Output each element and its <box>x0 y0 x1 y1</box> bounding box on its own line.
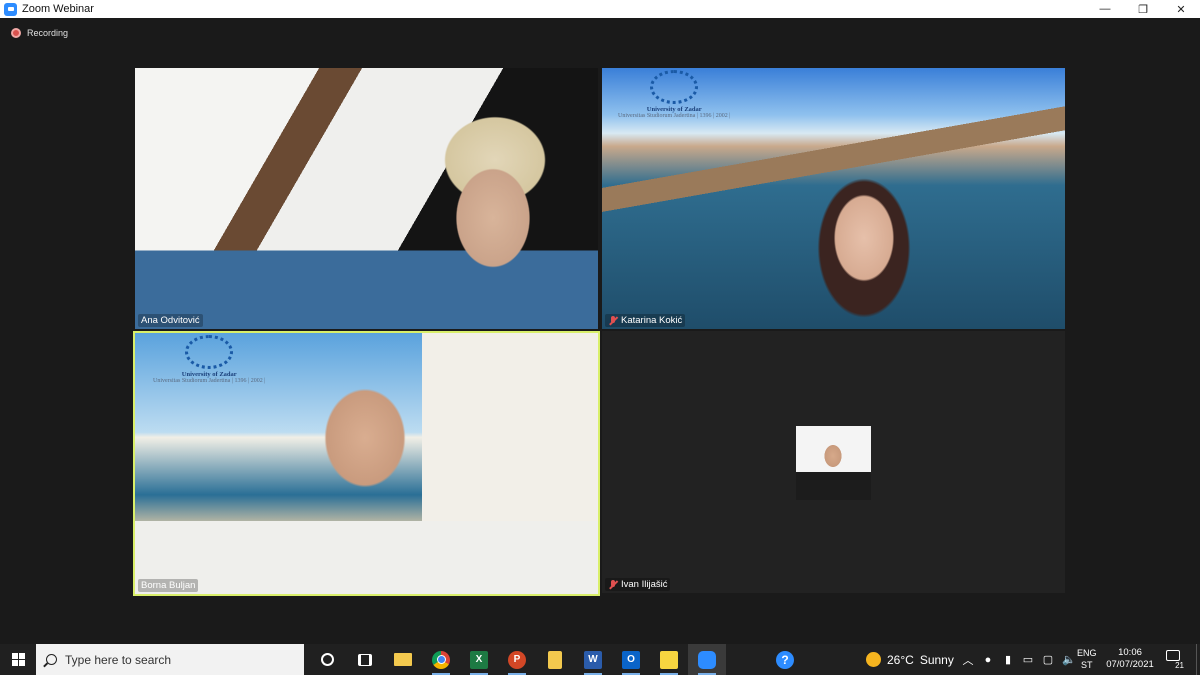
restore-button[interactable]: ❐ <box>1124 0 1162 18</box>
university-logo: University of Zadar Universitas Studioru… <box>153 335 265 384</box>
notification-icon <box>1166 650 1180 661</box>
close-button[interactable]: ✕ <box>1162 0 1200 18</box>
taskbar-app-word[interactable]: W <box>574 644 612 675</box>
participant-name: Ana Odvitović <box>141 315 200 326</box>
participant-name-tag: Borna Buljan <box>138 579 199 592</box>
participant-video-tile-active-speaker[interactable]: University of Zadar Universitas Studioru… <box>133 331 600 596</box>
taskbar-app-excel[interactable]: X <box>460 644 498 675</box>
cortana-button[interactable] <box>308 644 346 675</box>
recording-indicator[interactable]: Recording <box>11 28 68 38</box>
notifications-button[interactable]: 21 <box>1166 650 1184 670</box>
search-input[interactable] <box>65 652 265 667</box>
display-icon[interactable]: ▢ <box>1042 653 1054 666</box>
volume-icon[interactable]: 🔈 <box>1062 653 1076 666</box>
excel-icon: X <box>470 650 488 669</box>
powerpoint-icon: P <box>508 650 526 669</box>
university-sun-emblem <box>650 70 699 104</box>
taskbar-clock[interactable]: 10:06 07/07/2021 <box>1104 647 1156 671</box>
university-motto: Universitas Studiorum Jadertina | 1396 |… <box>618 113 731 119</box>
search-icon <box>46 654 57 665</box>
university-name: University of Zadar <box>646 106 702 113</box>
word-icon: W <box>584 650 602 669</box>
system-tray: ︿ ● ▮ ▭ ▢ 🔈 <box>962 644 1076 675</box>
folder-icon <box>394 653 412 666</box>
participant-name: Ivan Ilijašić <box>621 579 668 590</box>
participant-video-tile[interactable]: Ivan Ilijašić <box>602 331 1065 593</box>
microphone-icon[interactable]: ▮ <box>1002 653 1014 666</box>
taskbar-app-file[interactable] <box>536 644 574 675</box>
sunny-weather-icon <box>866 652 881 667</box>
taskbar-search-box[interactable] <box>36 644 304 675</box>
university-name: University of Zadar <box>181 371 237 378</box>
participant-profile-picture <box>796 426 871 500</box>
taskbar-app-file-explorer[interactable] <box>384 644 422 675</box>
zoom-app-icon <box>4 2 17 16</box>
weather-temperature: 26°C <box>887 652 914 667</box>
chrome-icon <box>432 650 450 669</box>
zoom-icon <box>698 650 716 669</box>
show-desktop-button[interactable] <box>1196 644 1200 675</box>
participant-name-tag: Ana Odvitović <box>138 314 203 327</box>
battery-icon[interactable]: ▭ <box>1022 653 1034 666</box>
participant-name-tag: Ivan Ilijašić <box>605 578 671 591</box>
window-controls: — ❐ ✕ <box>1086 0 1200 18</box>
outlook-icon: O <box>622 650 640 669</box>
language-code: ENG <box>1077 648 1097 658</box>
weather-widget[interactable]: 26°C Sunny <box>866 644 954 675</box>
start-button[interactable] <box>0 644 36 675</box>
taskbar-app-zoom[interactable] <box>688 644 726 675</box>
recording-label: Recording <box>27 28 69 38</box>
file-icon <box>548 650 562 669</box>
cortana-icon <box>320 653 334 666</box>
participant-video-tile[interactable]: Ana Odvitović <box>135 68 598 329</box>
chevron-up-icon[interactable]: ︿ <box>962 652 974 668</box>
taskbar-app-chrome[interactable] <box>422 644 460 675</box>
microphone-muted-icon <box>608 579 618 590</box>
participant-video-tile[interactable]: University of Zadar Universitas Studioru… <box>602 68 1065 329</box>
help-icon: ? <box>776 650 794 669</box>
window-titlebar: Zoom Webinar — ❐ ✕ <box>0 0 1200 18</box>
minimize-button[interactable]: — <box>1086 0 1124 18</box>
weather-condition: Sunny <box>919 652 954 667</box>
participant-name: Borna Buljan <box>141 580 196 591</box>
taskbar-app-powerpoint[interactable]: P <box>498 644 536 675</box>
windows-logo-icon <box>11 653 25 666</box>
participant-name: Katarina Kokić <box>621 315 683 326</box>
university-sun-emblem <box>185 335 234 369</box>
taskbar-app-task-view[interactable] <box>346 644 384 675</box>
task-view-icon <box>358 653 372 666</box>
language-indicator[interactable]: ENG ST <box>1077 647 1097 671</box>
clock-time: 10:06 <box>1118 647 1142 658</box>
clock-date: 07/07/2021 <box>1106 659 1154 670</box>
network-icon[interactable]: ● <box>982 654 994 666</box>
taskbar-app-sticky-notes[interactable] <box>650 644 688 675</box>
keyboard-layout: ST <box>1081 660 1093 670</box>
window-title: Zoom Webinar <box>22 3 94 15</box>
notification-count: 21 <box>1175 661 1184 670</box>
taskbar-app-help[interactable]: ? <box>766 644 804 675</box>
university-logo: University of Zadar Universitas Studioru… <box>618 70 730 119</box>
recording-icon <box>11 28 21 38</box>
university-motto: Universitas Studiorum Jadertina | 1396 |… <box>153 378 266 384</box>
taskbar-app-outlook[interactable]: O <box>612 644 650 675</box>
microphone-muted-icon <box>608 315 618 326</box>
sticky-notes-icon <box>660 650 678 669</box>
participant-name-tag: Katarina Kokić <box>605 314 686 327</box>
